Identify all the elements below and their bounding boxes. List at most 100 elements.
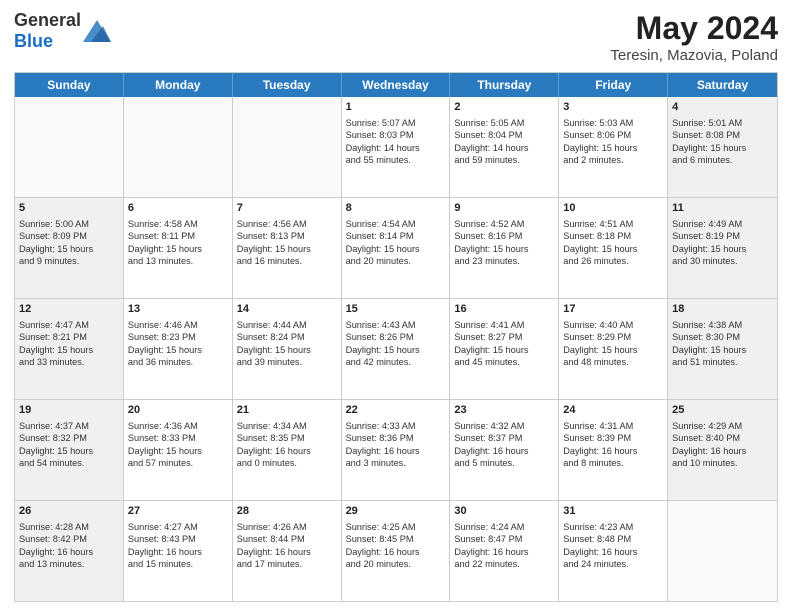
day-number-21: 21: [237, 403, 337, 418]
cell-info-3-1: Sunrise: 4:36 AM Sunset: 8:33 PM Dayligh…: [128, 420, 228, 470]
cell-info-4-1: Sunrise: 4:27 AM Sunset: 8:43 PM Dayligh…: [128, 521, 228, 571]
cal-cell-2-1: 13 Sunrise: 4:46 AM Sunset: 8:23 PM Dayli…: [124, 299, 233, 399]
week-row-2: 5 Sunrise: 5:00 AM Sunset: 8:09 PM Daylig…: [15, 198, 777, 299]
day-number-24: 24: [563, 403, 663, 418]
day-number-25: 25: [672, 403, 773, 418]
cal-cell-3-5: 24Sunrise: 4:31 AM Sunset: 8:39 PM Dayli…: [559, 400, 668, 500]
title-block: May 2024 Teresin, Mazovia, Poland: [610, 10, 778, 64]
header-sunday: Sunday: [15, 73, 124, 97]
cell-info-3-2: Sunrise: 4:34 AM Sunset: 8:35 PM Dayligh…: [237, 420, 337, 470]
cal-cell-0-4: 2 Sunrise: 5:05 AM Sunset: 8:04 PM Daylig…: [450, 97, 559, 197]
cell-info-3-3: Sunrise: 4:33 AM Sunset: 8:36 PM Dayligh…: [346, 420, 446, 470]
cell-info-1-2: Sunrise: 4:56 AM Sunset: 8:13 PM Dayligh…: [237, 218, 337, 268]
week-row-3: 12Sunrise: 4:47 AM Sunset: 8:21 PM Dayli…: [15, 299, 777, 400]
cell-info-1-5: Sunrise: 4:51 AM Sunset: 8:18 PM Dayligh…: [563, 218, 663, 268]
day-number-28: 28: [237, 504, 337, 519]
day-number-2: 2: [454, 100, 554, 115]
cal-cell-0-3: 1Sunrise: 5:07 AM Sunset: 8:03 PM Daylig…: [342, 97, 451, 197]
cell-info-2-2: Sunrise: 4:44 AM Sunset: 8:24 PM Dayligh…: [237, 319, 337, 369]
calendar-body: 1Sunrise: 5:07 AM Sunset: 8:03 PM Daylig…: [15, 97, 777, 601]
cell-info-2-3: Sunrise: 4:43 AM Sunset: 8:26 PM Dayligh…: [346, 319, 446, 369]
day-number-19: 19: [19, 403, 119, 418]
cal-cell-0-5: 3 Sunrise: 5:03 AM Sunset: 8:06 PM Daylig…: [559, 97, 668, 197]
header-friday: Friday: [559, 73, 668, 97]
cal-cell-2-4: 16Sunrise: 4:41 AM Sunset: 8:27 PM Dayli…: [450, 299, 559, 399]
day-number-9: 9: [454, 201, 554, 216]
cal-cell-3-1: 20 Sunrise: 4:36 AM Sunset: 8:33 PM Dayli…: [124, 400, 233, 500]
logo-general: General: [14, 10, 81, 30]
day-number-18: 18: [672, 302, 773, 317]
cal-cell-3-3: 22 Sunrise: 4:33 AM Sunset: 8:36 PM Dayli…: [342, 400, 451, 500]
header-saturday: Saturday: [668, 73, 777, 97]
header-thursday: Thursday: [450, 73, 559, 97]
cell-info-1-6: Sunrise: 4:49 AM Sunset: 8:19 PM Dayligh…: [672, 218, 773, 268]
cal-cell-1-5: 10 Sunrise: 4:51 AM Sunset: 8:18 PM Dayli…: [559, 198, 668, 298]
header-monday: Monday: [124, 73, 233, 97]
calendar: SundayMondayTuesdayWednesdayThursdayFrid…: [14, 72, 778, 602]
week-row-1: 1Sunrise: 5:07 AM Sunset: 8:03 PM Daylig…: [15, 97, 777, 198]
day-number-11: 11: [672, 201, 773, 216]
cell-info-2-0: Sunrise: 4:47 AM Sunset: 8:21 PM Dayligh…: [19, 319, 119, 369]
day-number-26: 26: [19, 504, 119, 519]
day-number-10: 10: [563, 201, 663, 216]
cell-info-2-5: Sunrise: 4:40 AM Sunset: 8:29 PM Dayligh…: [563, 319, 663, 369]
day-number-5: 5: [19, 201, 119, 216]
cell-info-4-3: Sunrise: 4:25 AM Sunset: 8:45 PM Dayligh…: [346, 521, 446, 571]
cal-cell-1-2: 7 Sunrise: 4:56 AM Sunset: 8:13 PM Daylig…: [233, 198, 342, 298]
logo: General Blue: [14, 10, 111, 52]
cal-cell-4-4: 30Sunrise: 4:24 AM Sunset: 8:47 PM Dayli…: [450, 501, 559, 601]
week-row-5: 26 Sunrise: 4:28 AM Sunset: 8:42 PM Dayli…: [15, 501, 777, 601]
cell-info-0-4: Sunrise: 5:05 AM Sunset: 8:04 PM Dayligh…: [454, 117, 554, 167]
cell-info-4-0: Sunrise: 4:28 AM Sunset: 8:42 PM Dayligh…: [19, 521, 119, 571]
day-number-17: 17: [563, 302, 663, 317]
cal-cell-3-0: 19 Sunrise: 4:37 AM Sunset: 8:32 PM Dayli…: [15, 400, 124, 500]
cal-cell-4-2: 28 Sunrise: 4:26 AM Sunset: 8:44 PM Dayli…: [233, 501, 342, 601]
day-number-15: 15: [346, 302, 446, 317]
day-number-31: 31: [563, 504, 663, 519]
cal-cell-3-2: 21 Sunrise: 4:34 AM Sunset: 8:35 PM Dayli…: [233, 400, 342, 500]
cell-info-3-4: Sunrise: 4:32 AM Sunset: 8:37 PM Dayligh…: [454, 420, 554, 470]
cal-cell-0-6: 4Sunrise: 5:01 AM Sunset: 8:08 PM Daylig…: [668, 97, 777, 197]
cal-cell-4-1: 27 Sunrise: 4:27 AM Sunset: 8:43 PM Dayli…: [124, 501, 233, 601]
cell-info-3-0: Sunrise: 4:37 AM Sunset: 8:32 PM Dayligh…: [19, 420, 119, 470]
header-wednesday: Wednesday: [342, 73, 451, 97]
day-number-3: 3: [563, 100, 663, 115]
cell-info-4-2: Sunrise: 4:26 AM Sunset: 8:44 PM Dayligh…: [237, 521, 337, 571]
day-number-7: 7: [237, 201, 337, 216]
day-number-30: 30: [454, 504, 554, 519]
day-number-27: 27: [128, 504, 228, 519]
day-number-13: 13: [128, 302, 228, 317]
day-number-16: 16: [454, 302, 554, 317]
logo-icon: [83, 20, 111, 42]
cal-cell-0-2: [233, 97, 342, 197]
cell-info-1-1: Sunrise: 4:58 AM Sunset: 8:11 PM Dayligh…: [128, 218, 228, 268]
cal-cell-0-1: [124, 97, 233, 197]
cell-info-4-5: Sunrise: 4:23 AM Sunset: 8:48 PM Dayligh…: [563, 521, 663, 571]
cal-cell-4-3: 29Sunrise: 4:25 AM Sunset: 8:45 PM Dayli…: [342, 501, 451, 601]
day-number-6: 6: [128, 201, 228, 216]
cal-cell-4-5: 31 Sunrise: 4:23 AM Sunset: 8:48 PM Dayli…: [559, 501, 668, 601]
day-number-22: 22: [346, 403, 446, 418]
cal-cell-2-5: 17 Sunrise: 4:40 AM Sunset: 8:29 PM Dayli…: [559, 299, 668, 399]
day-number-23: 23: [454, 403, 554, 418]
logo-blue: Blue: [14, 31, 53, 51]
cell-info-1-0: Sunrise: 5:00 AM Sunset: 8:09 PM Dayligh…: [19, 218, 119, 268]
cal-cell-1-0: 5 Sunrise: 5:00 AM Sunset: 8:09 PM Daylig…: [15, 198, 124, 298]
header: General Blue May 2024 Teresin, Mazovia, …: [14, 10, 778, 64]
cal-cell-0-0: [15, 97, 124, 197]
calendar-header-row: SundayMondayTuesdayWednesdayThursdayFrid…: [15, 73, 777, 97]
day-number-20: 20: [128, 403, 228, 418]
day-number-8: 8: [346, 201, 446, 216]
cell-info-0-3: Sunrise: 5:07 AM Sunset: 8:03 PM Dayligh…: [346, 117, 446, 167]
header-tuesday: Tuesday: [233, 73, 342, 97]
cell-info-0-6: Sunrise: 5:01 AM Sunset: 8:08 PM Dayligh…: [672, 117, 773, 167]
cal-cell-2-0: 12Sunrise: 4:47 AM Sunset: 8:21 PM Dayli…: [15, 299, 124, 399]
cal-cell-2-2: 14 Sunrise: 4:44 AM Sunset: 8:24 PM Dayli…: [233, 299, 342, 399]
cal-cell-2-3: 15 Sunrise: 4:43 AM Sunset: 8:26 PM Dayli…: [342, 299, 451, 399]
location-subtitle: Teresin, Mazovia, Poland: [610, 47, 778, 64]
cell-info-0-5: Sunrise: 5:03 AM Sunset: 8:06 PM Dayligh…: [563, 117, 663, 167]
cell-info-2-1: Sunrise: 4:46 AM Sunset: 8:23 PM Dayligh…: [128, 319, 228, 369]
day-number-14: 14: [237, 302, 337, 317]
cal-cell-4-6: [668, 501, 777, 601]
cell-info-2-6: Sunrise: 4:38 AM Sunset: 8:30 PM Dayligh…: [672, 319, 773, 369]
